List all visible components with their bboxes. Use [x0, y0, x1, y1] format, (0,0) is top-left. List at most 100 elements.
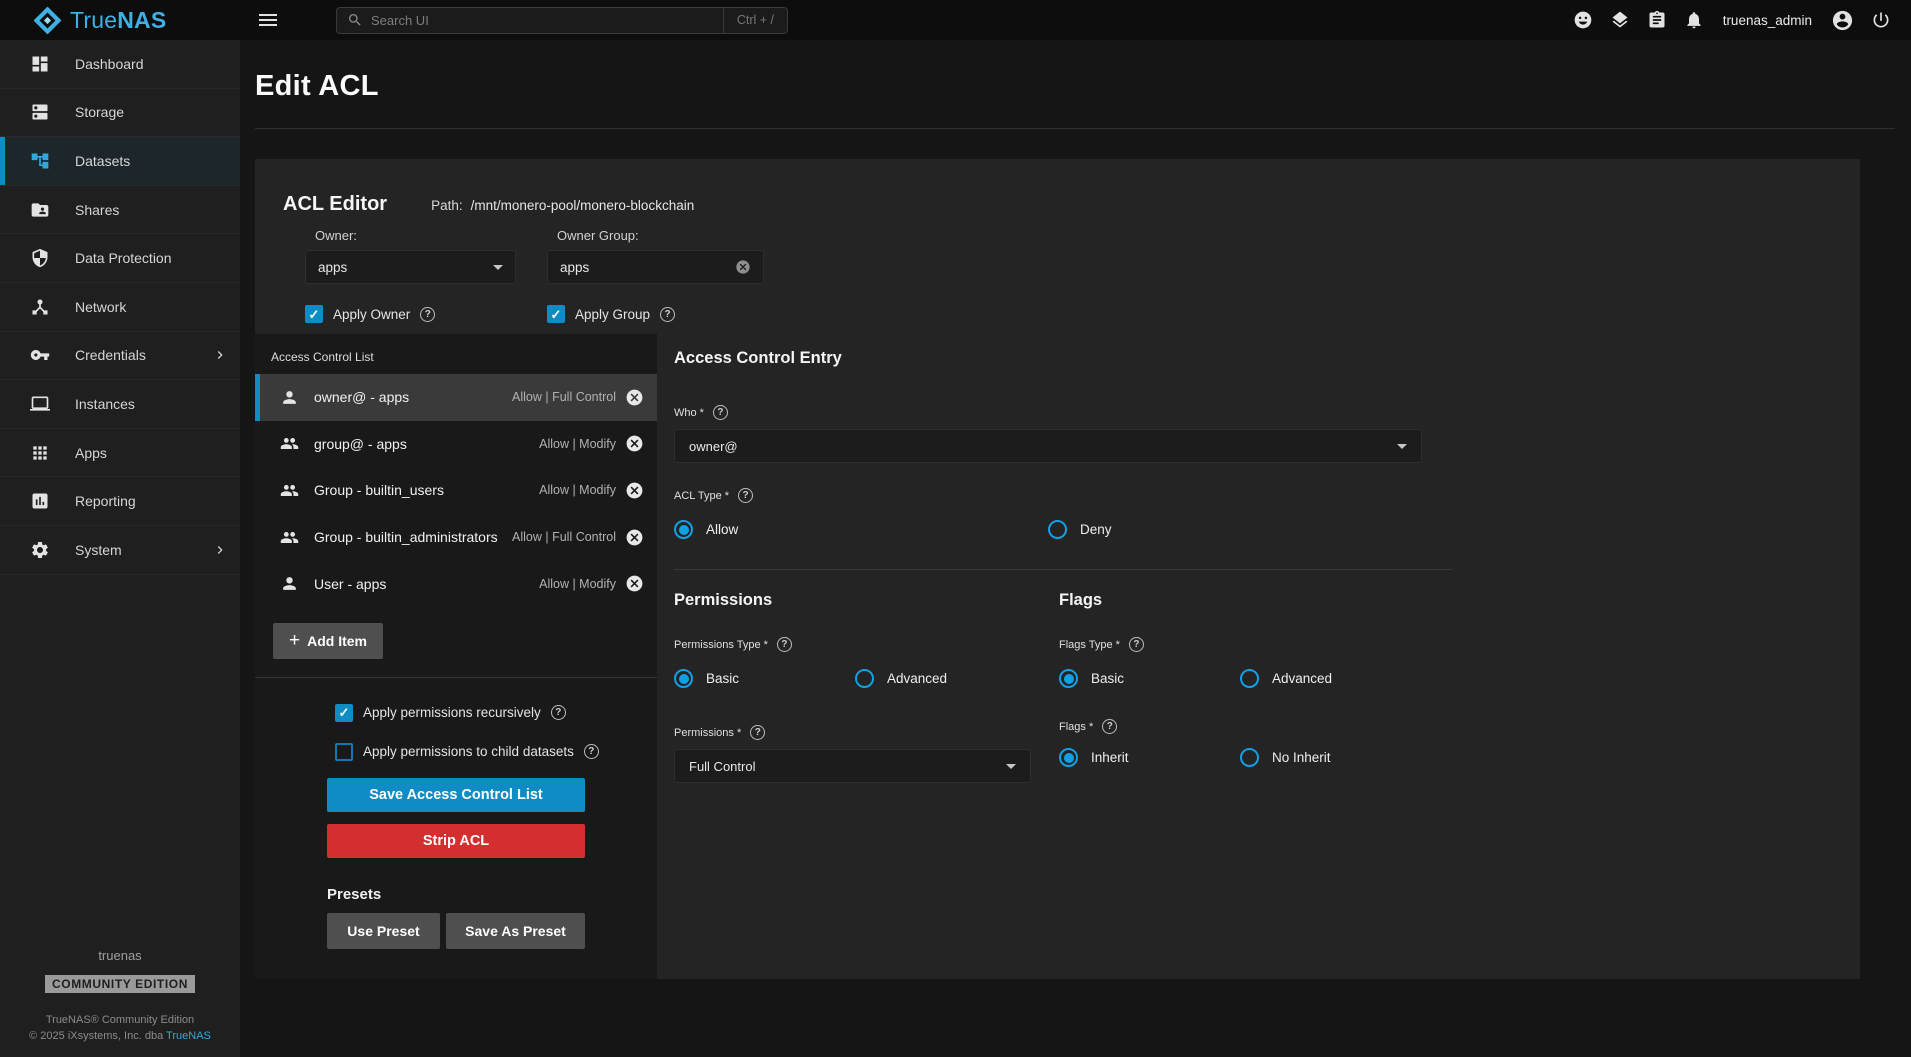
chevron-right-icon	[212, 347, 228, 363]
acl-editor-title: ACL Editor	[283, 193, 387, 216]
owner-group-input[interactable]: apps	[547, 250, 764, 284]
apply-child-datasets-checkbox[interactable]	[335, 743, 353, 761]
owner-select[interactable]: apps	[305, 250, 516, 284]
owner-group-label: Owner Group:	[557, 228, 764, 243]
permissions-select[interactable]: Full Control	[674, 749, 1031, 783]
access-control-list-panel: Access Control List owner@ - apps Allow …	[255, 334, 657, 979]
sidebar-item-datasets[interactable]: Datasets	[0, 137, 240, 186]
help-icon[interactable]: ?	[660, 307, 675, 322]
delete-entry-icon[interactable]	[625, 528, 644, 547]
credentials-icon	[30, 345, 50, 365]
apply-owner-checkbox[interactable]	[305, 305, 323, 323]
radio-basic[interactable]: Basic	[1059, 669, 1240, 688]
sidebar-item-dashboard[interactable]: Dashboard	[0, 40, 240, 89]
radio-inherit[interactable]: Inherit	[1059, 748, 1240, 767]
sidebar-item-storage[interactable]: Storage	[0, 89, 240, 138]
radio-advanced[interactable]: Advanced	[855, 669, 1036, 688]
chevron-right-icon	[212, 542, 228, 558]
footer-brand-link[interactable]: TrueNAS	[166, 1030, 211, 1042]
power-icon[interactable]	[1871, 10, 1891, 30]
acl-editor-header: ACL Editor Path: /mnt/monero-pool/monero…	[255, 159, 1860, 334]
save-as-preset-button[interactable]: Save As Preset	[446, 913, 585, 949]
help-icon[interactable]: ?	[584, 744, 599, 759]
permissions-label: Permissions * ?	[674, 725, 1059, 740]
delete-entry-icon[interactable]	[625, 574, 644, 593]
menu-icon[interactable]	[256, 8, 280, 32]
brand-text: TrueNAS	[70, 7, 166, 34]
radio-dot[interactable]	[674, 520, 693, 539]
delete-entry-icon[interactable]	[625, 388, 644, 407]
sidebar-item-shares[interactable]: Shares	[0, 186, 240, 235]
clear-icon[interactable]	[735, 259, 751, 275]
who-label: Who * ?	[674, 405, 1860, 420]
jobs-clipboard-icon[interactable]	[1647, 10, 1667, 30]
owner-label: Owner:	[315, 228, 516, 243]
delete-entry-icon[interactable]	[625, 434, 644, 453]
brand[interactable]: TrueNAS	[0, 7, 240, 34]
radio-dot[interactable]	[1240, 669, 1259, 688]
radio-deny[interactable]: Deny	[1048, 520, 1422, 539]
sidebar-item-credentials[interactable]: Credentials	[0, 332, 240, 381]
storage-icon	[30, 102, 50, 122]
radio-dot[interactable]	[674, 669, 693, 688]
help-icon[interactable]: ?	[420, 307, 435, 322]
permissions-type-radio-group: BasicAdvanced	[674, 669, 1059, 688]
flags-label: Flags * ?	[1059, 719, 1444, 734]
radio-dot[interactable]	[1240, 748, 1259, 767]
help-icon[interactable]: ?	[750, 725, 765, 740]
app-root: TrueNAS Ctrl + / truenas_admin Dashboard…	[0, 0, 1911, 1057]
user-avatar-icon[interactable]	[1831, 9, 1854, 32]
strip-acl-button[interactable]: Strip ACL	[327, 824, 585, 858]
group-icon	[280, 528, 299, 547]
reporting-icon	[30, 491, 50, 511]
radio-dot[interactable]	[1059, 669, 1078, 688]
search-input[interactable]	[363, 13, 723, 28]
sidebar-item-instances[interactable]: Instances	[0, 380, 240, 429]
radio-dot[interactable]	[1048, 520, 1067, 539]
radio-no-inherit[interactable]: No Inherit	[1240, 748, 1421, 767]
search-box[interactable]: Ctrl + /	[336, 7, 788, 34]
apply-group-checkbox[interactable]	[547, 305, 565, 323]
datasets-icon	[30, 151, 50, 171]
radio-dot[interactable]	[1059, 748, 1078, 767]
help-icon[interactable]: ?	[551, 705, 566, 720]
help-icon[interactable]: ?	[777, 637, 792, 652]
acl-entry-row[interactable]: Group - builtin_users Allow | Modify	[255, 467, 657, 514]
radio-dot[interactable]	[855, 669, 874, 688]
plus-icon: +	[289, 631, 300, 650]
title-divider	[255, 128, 1895, 129]
top-actions: truenas_admin	[1573, 9, 1911, 32]
acl-entry-row[interactable]: owner@ - apps Allow | Full Control	[255, 374, 657, 421]
flags-section: Flags Flags Type * ? BasicAdvanced	[1059, 591, 1444, 783]
acl-entry-row[interactable]: Group - builtin_administrators Allow | F…	[255, 514, 657, 561]
acl-entry-row[interactable]: group@ - apps Allow | Modify	[255, 421, 657, 468]
section-divider	[674, 569, 1452, 570]
flags-type-radio-group: BasicAdvanced	[1059, 669, 1444, 688]
who-select[interactable]: owner@	[674, 429, 1422, 463]
save-acl-button[interactable]: Save Access Control List	[327, 778, 585, 812]
add-item-button[interactable]: + Add Item	[273, 623, 383, 659]
sidebar-item-data-protection[interactable]: Data Protection	[0, 234, 240, 283]
acl-entry-row[interactable]: User - apps Allow | Modify	[255, 560, 657, 607]
shares-icon	[30, 200, 50, 220]
help-icon[interactable]: ?	[1102, 719, 1117, 734]
main-content: Edit ACL ACL Editor Path: /mnt/monero-po…	[240, 40, 1911, 1057]
delete-entry-icon[interactable]	[625, 481, 644, 500]
search-shortcut: Ctrl + /	[723, 8, 787, 33]
sidebar-item-apps[interactable]: Apps	[0, 429, 240, 478]
help-icon[interactable]: ?	[1129, 637, 1144, 652]
use-preset-button[interactable]: Use Preset	[327, 913, 440, 949]
radio-advanced[interactable]: Advanced	[1240, 669, 1421, 688]
help-icon[interactable]: ?	[713, 405, 728, 420]
help-icon[interactable]: ?	[738, 488, 753, 503]
flags-title: Flags	[1059, 591, 1444, 610]
notifications-bell-icon[interactable]	[1684, 10, 1704, 30]
radio-allow[interactable]: Allow	[674, 520, 1048, 539]
apply-recursively-checkbox[interactable]	[335, 704, 353, 722]
sidebar-item-network[interactable]: Network	[0, 283, 240, 332]
truecommand-icon[interactable]	[1610, 10, 1630, 30]
sidebar-item-system[interactable]: System	[0, 526, 240, 575]
feedback-smiley-icon[interactable]	[1573, 10, 1593, 30]
radio-basic[interactable]: Basic	[674, 669, 855, 688]
sidebar-item-reporting[interactable]: Reporting	[0, 477, 240, 526]
